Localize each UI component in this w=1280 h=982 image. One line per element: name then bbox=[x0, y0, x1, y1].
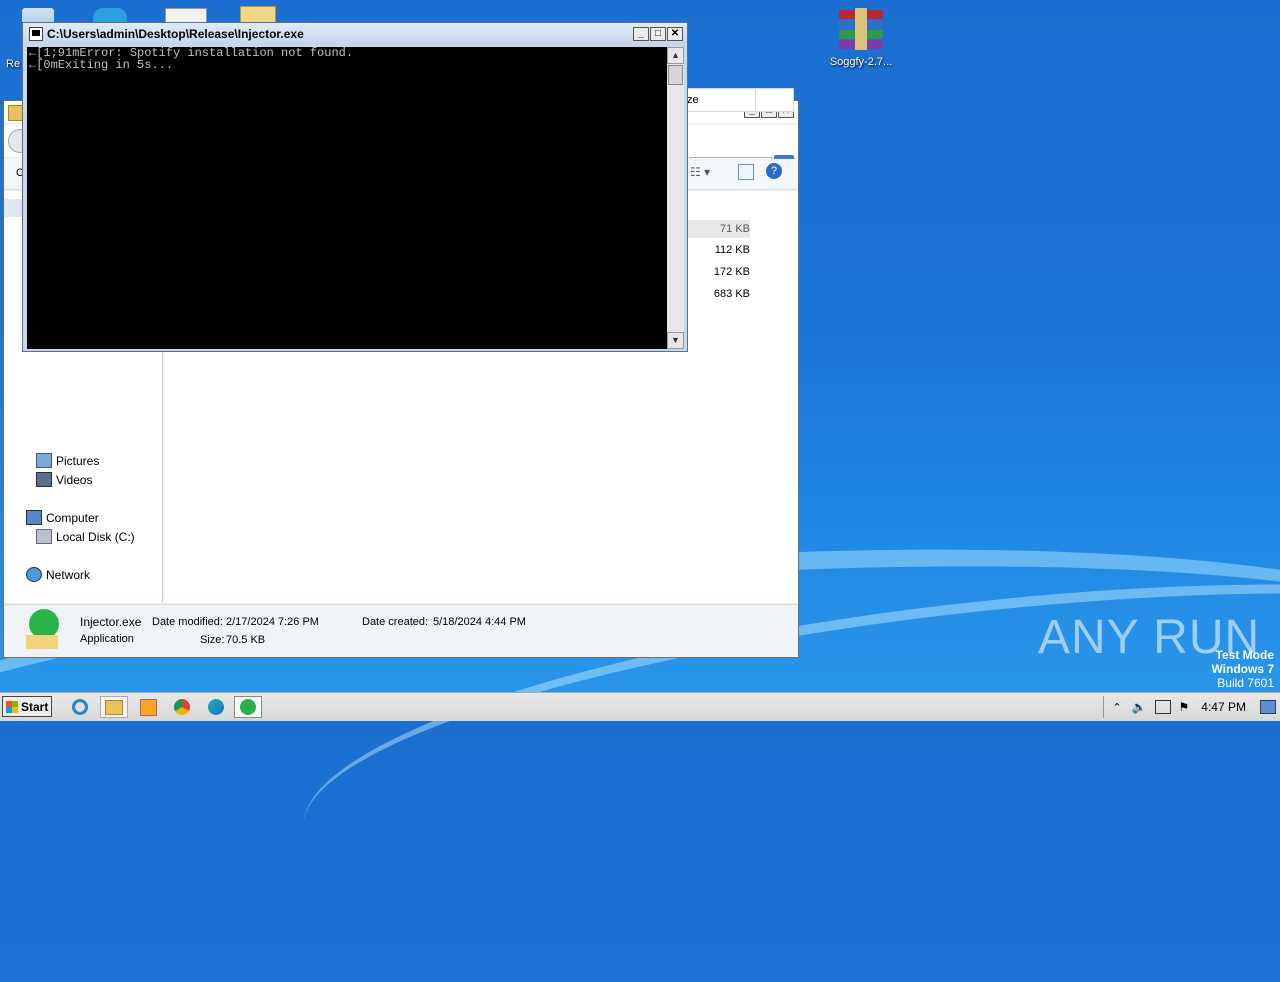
file-size-cell[interactable]: 71 KB bbox=[688, 220, 750, 238]
computer-icon bbox=[26, 510, 42, 525]
details-filename: Injector.exe bbox=[80, 615, 142, 629]
clock[interactable]: 4:47 PM bbox=[1201, 700, 1246, 714]
help-icon[interactable]: ? bbox=[766, 163, 782, 179]
windows-logo-icon bbox=[6, 700, 18, 713]
nav-selected-item[interactable] bbox=[4, 199, 22, 217]
close-button[interactable]: ✕ bbox=[667, 27, 683, 41]
column-header-size[interactable]: ze bbox=[682, 88, 794, 112]
file-size-cell[interactable]: 112 KB bbox=[688, 244, 750, 256]
console-icon bbox=[29, 27, 43, 41]
preview-pane-icon[interactable] bbox=[738, 164, 754, 180]
details-size-label: Size: bbox=[200, 634, 225, 646]
desktop-icon-label: Re bbox=[6, 58, 21, 70]
desktop-icon-label: Soggfy-2.7... bbox=[829, 56, 893, 68]
details-type: Application bbox=[80, 633, 134, 645]
details-date-created-label: Date created: bbox=[362, 616, 429, 628]
videos-icon bbox=[36, 472, 52, 487]
nav-item-computer[interactable]: Computer bbox=[26, 510, 99, 525]
details-date-modified: 2/17/2024 7:26 PM bbox=[226, 616, 319, 628]
action-center-flag-icon[interactable]: ⚑ bbox=[1179, 700, 1190, 714]
network-tray-icon[interactable] bbox=[1154, 700, 1171, 714]
minimize-button[interactable]: _ bbox=[633, 27, 649, 41]
winrar-archive-icon bbox=[837, 8, 885, 50]
system-tray: ⌃ 🔈 ⚑ 4:47 PM bbox=[1103, 693, 1280, 721]
drive-icon bbox=[36, 529, 52, 544]
chrome-icon bbox=[174, 699, 190, 715]
nav-item-local-disk[interactable]: Local Disk (C:) bbox=[36, 529, 135, 544]
internet-explorer-icon bbox=[72, 699, 88, 715]
injector-app-icon bbox=[240, 699, 256, 715]
maximize-button[interactable]: □ bbox=[650, 27, 666, 41]
volume-icon[interactable]: 🔈 bbox=[1132, 700, 1147, 714]
file-size-cell[interactable]: 172 KB bbox=[688, 266, 750, 278]
nav-item-videos[interactable]: Videos bbox=[36, 472, 92, 487]
console-window[interactable]: C:\Users\admin\Desktop\Release\Injector.… bbox=[22, 22, 688, 352]
show-hidden-icons-icon[interactable]: ⌃ bbox=[1112, 701, 1121, 714]
test-mode-notice: Test Mode Windows 7 Build 7601 bbox=[1211, 648, 1274, 690]
details-date-created: 5/18/2024 4:44 PM bbox=[433, 616, 526, 628]
show-desktop-icon[interactable] bbox=[1260, 700, 1276, 714]
media-player-icon bbox=[139, 698, 157, 716]
console-titlebar[interactable]: C:\Users\admin\Desktop\Release\Injector.… bbox=[23, 23, 687, 45]
console-output[interactable]: ←[1;91mError: Spotify installation not f… bbox=[27, 47, 667, 349]
file-size-cell[interactable]: 683 KB bbox=[688, 288, 750, 300]
console-window-controls: _ □ ✕ bbox=[633, 27, 683, 41]
explorer-icon bbox=[105, 699, 123, 715]
details-size: 70.5 KB bbox=[226, 634, 266, 646]
console-scrollbar[interactable]: ▲ ▼ bbox=[667, 47, 684, 349]
edge-icon bbox=[208, 699, 224, 715]
taskbar-app-chrome[interactable] bbox=[168, 696, 196, 718]
details-date-modified-label: Date modified: bbox=[152, 616, 223, 628]
desktop-icon-soggfy-archive[interactable]: Soggfy-2.7... bbox=[822, 8, 900, 68]
injector-file-icon bbox=[26, 609, 62, 651]
taskbar-app-internet-explorer[interactable] bbox=[66, 696, 94, 718]
pictures-icon bbox=[36, 453, 52, 468]
scroll-up-arrow-icon[interactable]: ▲ bbox=[667, 47, 684, 64]
nav-item-pictures[interactable]: Pictures bbox=[36, 453, 99, 468]
view-options-icon[interactable]: ☷ ▾ bbox=[690, 165, 710, 179]
start-button[interactable]: Start bbox=[2, 696, 52, 717]
taskbar: Start ⌃ 🔈 ⚑ 4:47 PM bbox=[0, 692, 1280, 721]
taskbar-app-edge[interactable] bbox=[202, 696, 230, 718]
nav-item-network[interactable]: Network bbox=[26, 567, 90, 582]
taskbar-app-injector[interactable] bbox=[234, 696, 262, 718]
console-line: ←[0mExiting in 5s... bbox=[29, 58, 174, 72]
details-pane: Injector.exe Application Date modified: … bbox=[4, 604, 798, 657]
console-title: C:\Users\admin\Desktop\Release\Injector.… bbox=[47, 27, 304, 41]
taskbar-app-media-player[interactable] bbox=[134, 696, 162, 718]
scroll-thumb[interactable] bbox=[668, 65, 683, 85]
scroll-down-arrow-icon[interactable]: ▼ bbox=[667, 332, 684, 349]
taskbar-app-explorer[interactable] bbox=[100, 696, 128, 718]
network-icon bbox=[26, 567, 42, 582]
